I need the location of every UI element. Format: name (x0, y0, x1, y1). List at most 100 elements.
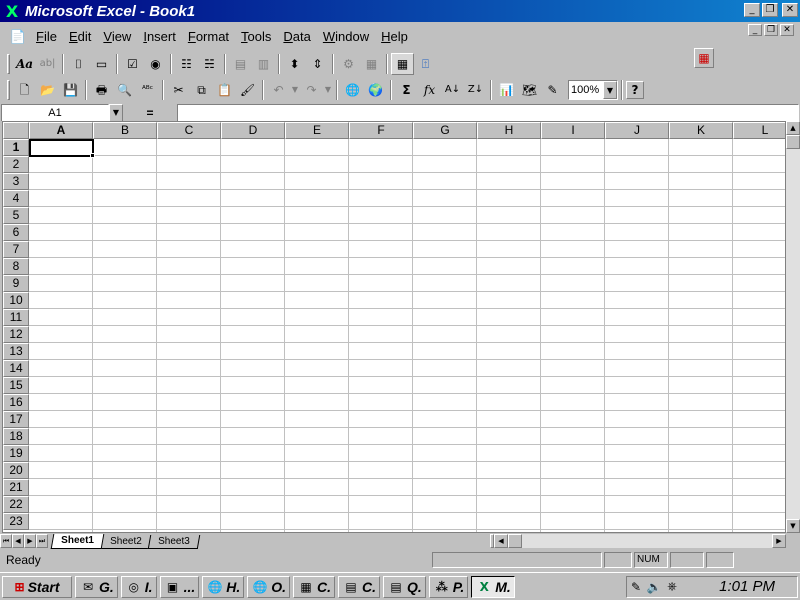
row-header[interactable]: 10 (3, 292, 29, 309)
combo-list-edit-button[interactable]: ▤ (229, 53, 252, 75)
minimize-button[interactable]: _ (744, 3, 760, 17)
row-header[interactable]: 12 (3, 326, 29, 343)
menu-data[interactable]: Data (277, 28, 316, 46)
run-dialog-button[interactable]: ⍐ (414, 53, 437, 75)
cell-area[interactable] (29, 139, 785, 532)
spelling-icon[interactable]: ᴬᴮᶜ (136, 79, 159, 101)
vertical-scroll-thumb[interactable] (786, 135, 800, 149)
row-header[interactable]: 15 (3, 377, 29, 394)
paste-icon[interactable]: 📋 (213, 79, 236, 101)
row-header[interactable]: 17 (3, 411, 29, 428)
row-header[interactable]: 22 (3, 496, 29, 513)
zoom-dropdown-arrow-icon[interactable]: ▼ (603, 81, 617, 99)
row-header[interactable]: 1 (3, 139, 29, 156)
horizontal-scroll-thumb[interactable] (508, 534, 522, 548)
office-assistant-help-icon[interactable]: ? (626, 81, 644, 99)
scroll-down-arrow-icon[interactable]: ▼ (786, 519, 800, 533)
taskbar-button-excel[interactable]: X M. (471, 575, 515, 598)
formula-input[interactable] (177, 103, 799, 122)
menu-insert[interactable]: Insert (137, 28, 182, 46)
taskbar-button-1[interactable]: ✉ G. (75, 575, 118, 598)
horizontal-scroll-track[interactable] (522, 534, 772, 548)
horizontal-scrollbar[interactable]: ◀ ▶ (494, 534, 786, 548)
sort-ascending-icon[interactable]: A↓ (441, 79, 464, 101)
title-bar[interactable]: X Microsoft Excel - Book1 _ ❐ ✕ (0, 0, 800, 22)
fill-handle[interactable] (90, 153, 95, 158)
column-header[interactable]: L (733, 122, 785, 139)
active-cell-a1[interactable] (29, 139, 94, 157)
format-painter-icon[interactable]: 🖌 (236, 79, 259, 101)
column-header[interactable]: D (221, 122, 285, 139)
scroll-left-arrow-icon[interactable]: ◀ (494, 534, 508, 548)
row-header[interactable]: 13 (3, 343, 29, 360)
row-header[interactable]: 18 (3, 428, 29, 445)
edit-formula-button[interactable]: = (123, 106, 177, 120)
open-icon[interactable]: 📂 (36, 79, 59, 101)
taskbar-button-8[interactable]: ▤ Q. (383, 575, 426, 598)
toggle-grid-button[interactable]: ▦ (391, 53, 414, 75)
row-header[interactable]: 21 (3, 479, 29, 496)
name-box[interactable]: A1 (1, 103, 109, 122)
column-header[interactable]: J (605, 122, 669, 139)
column-header[interactable]: B (93, 122, 157, 139)
row-header[interactable]: 4 (3, 190, 29, 207)
cut-icon[interactable]: ✂ (167, 79, 190, 101)
combo-dropdown-edit-button[interactable]: ▥ (252, 53, 275, 75)
taskbar-button-2[interactable]: ◎ I. (120, 575, 157, 598)
row-header[interactable]: 23 (3, 513, 29, 530)
scrollbar-control-button[interactable]: ⇕ (306, 53, 329, 75)
option-button-control-button[interactable]: ◉ (144, 53, 167, 75)
worksheet-grid[interactable]: A B C D E F G H I J K L 1 2 3 4 5 6 7 8 … (2, 121, 786, 533)
copy-icon[interactable]: ⧉ (190, 79, 213, 101)
row-header[interactable]: 5 (3, 207, 29, 224)
spinner-control-button[interactable]: ⬍ (283, 53, 306, 75)
print-icon[interactable]: 🖶 (90, 79, 113, 101)
floating-calculator-icon[interactable]: ▦ (694, 48, 714, 68)
menu-format[interactable]: Format (182, 28, 235, 46)
vertical-scrollbar[interactable]: ▲ ▼ (786, 121, 800, 533)
clock[interactable]: 1:01 PM (719, 578, 775, 595)
row-header[interactable]: 7 (3, 241, 29, 258)
taskbar-button-5[interactable]: 🌐 O. (247, 575, 291, 598)
start-button[interactable]: ⊞ Start (2, 575, 72, 598)
checkbox-control-button[interactable]: ☑ (121, 53, 144, 75)
workbook-icon[interactable]: 📄 (8, 27, 28, 47)
chart-wizard-icon[interactable]: 📊 (495, 79, 518, 101)
save-icon[interactable]: 💾 (59, 79, 82, 101)
close-button[interactable]: ✕ (782, 3, 798, 17)
tab-sheet1[interactable]: Sheet1 (50, 534, 105, 549)
first-sheet-icon[interactable]: ⏮ (0, 534, 12, 548)
taskbar-button-4[interactable]: 🌐 H. (202, 575, 245, 598)
prev-sheet-icon[interactable]: ◀ (12, 534, 24, 548)
row-header[interactable]: 11 (3, 309, 29, 326)
scroll-up-arrow-icon[interactable]: ▲ (786, 121, 800, 135)
print-preview-icon[interactable]: 🔍 (113, 79, 136, 101)
menu-tools[interactable]: Tools (235, 28, 277, 46)
row-header[interactable]: 3 (3, 173, 29, 190)
excel-app-icon[interactable]: X (3, 2, 21, 21)
select-all-button[interactable] (3, 122, 29, 139)
column-header[interactable]: H (477, 122, 541, 139)
menu-help[interactable]: Help (375, 28, 414, 46)
menu-edit[interactable]: Edit (63, 28, 97, 46)
taskbar-button-7[interactable]: ▤ C. (338, 575, 381, 598)
column-header[interactable]: A (29, 122, 93, 139)
row-header[interactable]: 20 (3, 462, 29, 479)
menu-window[interactable]: Window (317, 28, 375, 46)
workbook-restore-button[interactable]: ❐ (764, 24, 778, 36)
editbox-control-button[interactable]: ab| (36, 53, 59, 75)
menu-file[interactable]: File (30, 28, 63, 46)
column-header[interactable]: E (285, 122, 349, 139)
workbook-close-button[interactable]: ✕ (780, 24, 794, 36)
column-header[interactable]: F (349, 122, 413, 139)
taskbar-button-6[interactable]: ▦ C. (293, 575, 336, 598)
last-sheet-icon[interactable]: ⏭ (36, 534, 48, 548)
menu-view[interactable]: View (97, 28, 137, 46)
row-header[interactable]: 19 (3, 445, 29, 462)
row-header[interactable]: 14 (3, 360, 29, 377)
edit-code-button[interactable]: ▦ (360, 53, 383, 75)
button-control-button[interactable]: ▭ (90, 53, 113, 75)
tab-sheet2[interactable]: Sheet2 (99, 535, 152, 549)
toolbar-grip[interactable] (7, 54, 10, 74)
taskbar-button-9[interactable]: ⁂ P. (428, 575, 469, 598)
